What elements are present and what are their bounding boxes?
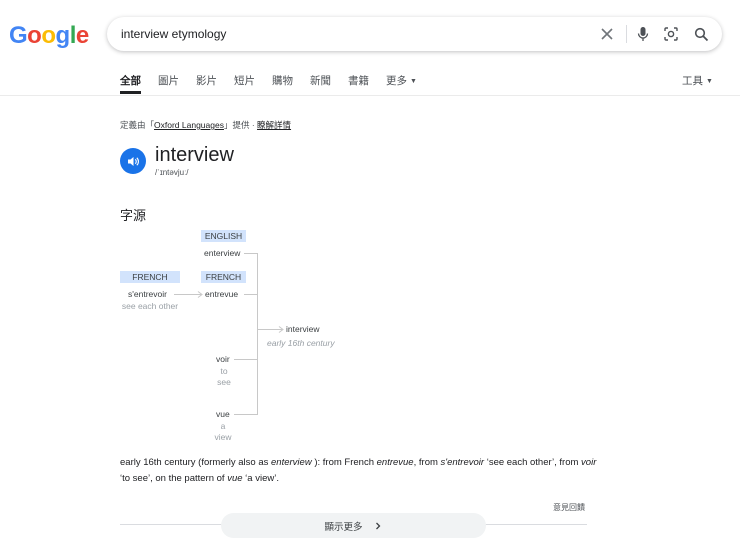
speaker-icon: [127, 156, 139, 166]
google-logo[interactable]: Google: [9, 22, 89, 50]
language-label-english: ENGLISH: [201, 230, 246, 242]
desc-italic: entrevue: [376, 457, 414, 468]
etymology-description: early 16th century (formerly also as ent…: [120, 455, 600, 487]
connector-arrow: [197, 291, 203, 298]
show-more-button[interactable]: 顯示更多: [221, 513, 486, 538]
desc-italic: vue: [227, 473, 243, 484]
lens-icon[interactable]: [662, 25, 680, 43]
etymology-word-entrevue: entrevue: [205, 289, 239, 299]
caret-down-icon: ▼: [410, 78, 417, 85]
tab-more[interactable]: 更多 ▼: [386, 73, 417, 94]
desc-text: ‘see each other’, from: [484, 457, 582, 468]
language-label-french: FRENCH: [201, 271, 246, 283]
search-divider: [626, 25, 627, 43]
etymology-word-interview: interview: [286, 324, 320, 334]
desc-italic: s'entrevoir: [440, 457, 485, 468]
etymology-gloss: to see: [217, 366, 231, 387]
desc-text: , from: [413, 457, 441, 468]
logo-letter: o: [27, 22, 42, 49]
tab-all[interactable]: 全部: [120, 73, 141, 94]
chevron-right-icon: [375, 522, 380, 529]
learn-more-link[interactable]: 瞭解詳情: [257, 120, 291, 130]
search-icon[interactable]: [692, 25, 710, 43]
feedback-link[interactable]: 意見回饋: [553, 502, 585, 513]
search-input[interactable]: interview etymology: [121, 27, 226, 41]
clear-icon[interactable]: [598, 25, 616, 43]
source-suffix: 」提供 ·: [223, 120, 258, 130]
desc-text: ‘to see’, on the pattern of: [120, 473, 228, 484]
tools-label: 工具: [682, 75, 703, 87]
search-box[interactable]: interview etymology: [107, 17, 722, 51]
tab-more-label: 更多: [386, 75, 407, 87]
etymology-word-sentrevoir: s'entrevoir: [128, 289, 167, 299]
logo-letter: g: [55, 22, 71, 49]
desc-text: early 16th century (formerly also as: [120, 457, 272, 468]
dictionary-source: 定義由「Oxford Languages」提供 · 瞭解詳情: [120, 119, 291, 131]
desc-italic: enterview: [271, 457, 312, 468]
logo-letter: o: [41, 22, 56, 49]
tabs-divider: [0, 95, 740, 96]
pronunciation-button[interactable]: [120, 148, 146, 174]
tab-shopping[interactable]: 購物: [272, 73, 293, 94]
source-prefix: 定義由「: [120, 120, 155, 130]
show-more-label: 顯示更多: [324, 521, 363, 533]
headword: interview: [155, 144, 234, 166]
etymology-gloss: see each other: [121, 301, 179, 311]
tab-news[interactable]: 新聞: [310, 73, 331, 94]
etymology-date: early 16th century: [267, 338, 335, 348]
tab-videos[interactable]: 影片: [196, 73, 217, 94]
search-tabs: 全部 圖片 影片 短片 購物 新聞 書籍 更多 ▼: [120, 73, 434, 94]
etymology-heading: 字源: [120, 208, 147, 223]
phonetic: /ˈɪntəvjuː/: [155, 168, 189, 177]
tab-images[interactable]: 圖片: [158, 73, 179, 94]
etymology-gloss: a view: [214, 421, 232, 442]
desc-text: ‘a view’.: [242, 473, 279, 484]
tab-shorts[interactable]: 短片: [234, 73, 255, 94]
etymology-word-voir: voir: [216, 354, 230, 364]
desc-text: ): from French: [311, 457, 377, 468]
caret-down-icon: ▼: [706, 78, 713, 85]
desc-italic: voir: [581, 457, 597, 468]
language-label-french: FRENCH: [120, 271, 180, 283]
tab-books[interactable]: 書籍: [348, 73, 369, 94]
logo-letter: e: [75, 22, 89, 49]
etymology-word-vue: vue: [216, 409, 230, 419]
logo-letter: G: [9, 22, 28, 49]
tools-button[interactable]: 工具 ▼: [682, 73, 713, 88]
connector-arrow: [278, 326, 284, 333]
microphone-icon[interactable]: [634, 25, 652, 43]
oxford-languages-link[interactable]: Oxford Languages: [154, 120, 224, 130]
etymology-word-enterview: enterview: [204, 248, 241, 258]
